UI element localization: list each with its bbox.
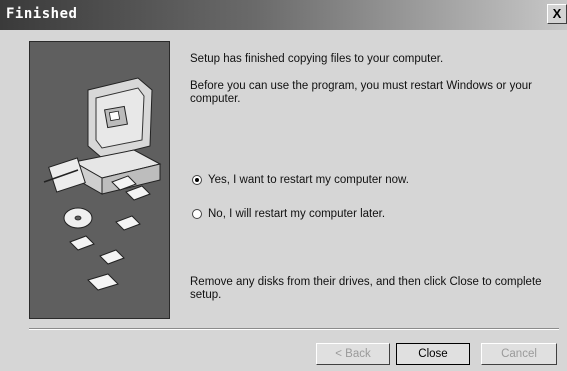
close-icon: X — [552, 6, 562, 21]
radio-selected-icon[interactable] — [192, 175, 202, 185]
restart-later-option[interactable]: No, I will restart my computer later. — [192, 206, 385, 222]
setup-finished-dialog: Finished X Setup has finished copying fi… — [0, 0, 567, 371]
remove-disks-message: Remove any disks from their drives, and … — [190, 276, 542, 301]
cd-icon — [63, 207, 93, 229]
radio-unselected-icon[interactable] — [192, 209, 202, 219]
floppy-disk-icon — [69, 175, 151, 291]
close-button[interactable]: Close — [396, 343, 470, 365]
cancel-button[interactable]: Cancel — [481, 343, 557, 365]
back-button[interactable]: < Back — [316, 343, 390, 365]
copy-complete-message: Setup has finished copying files to your… — [190, 53, 444, 65]
restart-now-option[interactable]: Yes, I want to restart my computer now. — [192, 172, 409, 188]
button-divider — [29, 328, 559, 330]
title-bar: Finished X — [0, 0, 567, 30]
computer-icon — [43, 77, 162, 195]
restart-later-label: No, I will restart my computer later. — [208, 208, 386, 220]
restart-now-label: Yes, I want to restart my computer now. — [208, 174, 409, 186]
restart-required-message: Before you can use the program, you must… — [190, 80, 532, 105]
window-title: Finished — [6, 6, 78, 22]
close-window-button[interactable]: X — [547, 4, 567, 24]
setup-illustration — [29, 41, 170, 319]
computer-install-illustration — [43, 77, 162, 291]
